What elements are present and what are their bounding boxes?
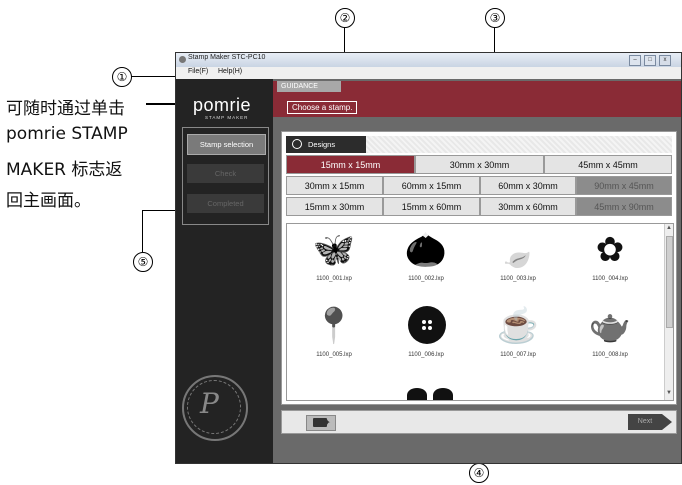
callout-1: ① (112, 67, 132, 87)
size-60x30[interactable]: 60mm x 30mm (480, 176, 576, 195)
pomrie-logo-subtitle: STAMP MAKER (205, 115, 249, 120)
menu-help[interactable]: Help(H) (218, 68, 242, 75)
teapot-icon: 🫖 (588, 307, 632, 345)
design-item[interactable]: 🫖 1100_008.lxp (565, 304, 655, 364)
design-item[interactable]: 🍃 1100_003.lxp (473, 228, 563, 288)
callout-2: ② (335, 8, 355, 28)
next-arrow-icon (662, 414, 672, 430)
acorn-icon: 🌰 (404, 231, 448, 269)
scroll-thumb[interactable] (666, 236, 673, 328)
size-15x15[interactable]: 15mm x 15mm (286, 155, 415, 174)
note-line-2: pomrie STAMP (6, 124, 128, 144)
main-area: GUIDANCE Choose a stamp. Designs 15mm x … (273, 79, 681, 463)
design-item[interactable]: 1100_006.lxp (381, 304, 471, 364)
design-label: 1100_001.lxp (316, 276, 352, 282)
menu-file[interactable]: File(F) (188, 68, 208, 75)
note-line-1: 可随时通过单击 (6, 99, 125, 119)
callout-5-line (142, 210, 143, 252)
tab-strip-fill (366, 136, 672, 153)
maximize-button[interactable]: □ (644, 55, 656, 66)
coffee-cup-icon: ☕ (496, 307, 540, 345)
size-30x15[interactable]: 30mm x 15mm (286, 176, 383, 195)
app-icon (179, 56, 186, 63)
note-line-4: 回主画面。 (6, 191, 91, 211)
size-30x60[interactable]: 30mm x 60mm (480, 197, 576, 216)
designs-icon (292, 139, 302, 149)
design-label: 1100_008.lxp (592, 352, 628, 358)
design-label: 1100_002.lxp (408, 276, 444, 282)
butterfly-icon: 🦋 (312, 231, 356, 269)
note-line-3: MAKER 标志返 (6, 160, 123, 180)
design-item[interactable]: ✿ 1100_004.lxp (565, 228, 655, 288)
design-label: 1100_006.lxp (408, 352, 444, 358)
seal-letter: P (200, 387, 219, 420)
design-label: 1100_004.lxp (592, 276, 628, 282)
callout-5: ⑤ (133, 252, 153, 272)
scroll-down-icon[interactable]: ▼ (666, 390, 672, 396)
guidance-label: GUIDANCE (277, 81, 341, 92)
callout-5-line-h (142, 210, 178, 211)
size-15x60[interactable]: 15mm x 60mm (383, 197, 480, 216)
bottom-action-bar: ✦ Next (281, 410, 677, 434)
step-completed: Completed (187, 194, 264, 213)
tab-designs[interactable]: Designs (286, 136, 366, 153)
pomrie-logo[interactable]: pomrie (193, 95, 251, 116)
scroll-up-icon[interactable]: ▲ (666, 225, 672, 231)
step-stamp-selection: Stamp selection (187, 134, 266, 155)
design-item[interactable]: 🌰 1100_002.lxp (381, 228, 471, 288)
sidebar: pomrie STAMP MAKER Stamp selection Check… (176, 79, 273, 463)
size-15x30[interactable]: 15mm x 30mm (286, 197, 383, 216)
size-45x90: 45mm x 90mm (576, 197, 672, 216)
app-window: Stamp Maker STC-PC10 – □ x File(F) Help(… (175, 52, 682, 464)
close-button[interactable]: x (659, 55, 671, 66)
button-icon (408, 306, 446, 344)
size-90x45: 90mm x 45mm (576, 176, 672, 195)
flower-icon: ✿ (595, 231, 625, 269)
design-gallery: 🦋 1100_001.lxp 🌰 1100_002.lxp 🍃 1100_003… (286, 223, 674, 401)
design-label: 1100_003.lxp (500, 276, 536, 282)
design-item[interactable]: ☕ 1100_007.lxp (473, 304, 563, 364)
size-60x15[interactable]: 60mm x 15mm (383, 176, 480, 195)
pushpin-icon: 📍 (312, 307, 356, 345)
minimize-button[interactable]: – (629, 55, 641, 66)
step-indicator: Stamp selection Check Completed (182, 127, 269, 225)
folder-import-icon[interactable]: ✦ (306, 415, 336, 431)
design-label: 1100_007.lxp (500, 352, 536, 358)
leaf-icon: 🍃 (496, 231, 540, 269)
guidance-bar: GUIDANCE Choose a stamp. (273, 81, 681, 117)
size-45x45[interactable]: 45mm x 45mm (544, 155, 672, 174)
menu-bar: File(F) Help(H) (176, 67, 681, 79)
gallery-scrollbar[interactable]: ▲ ▼ (664, 224, 673, 400)
next-button[interactable]: Next (628, 414, 662, 430)
design-item[interactable]: 🦋 1100_001.lxp (289, 228, 379, 288)
step-check: Check (187, 164, 264, 183)
design-label: 1100_005.lxp (316, 352, 352, 358)
title-bar: Stamp Maker STC-PC10 – □ x (176, 53, 681, 67)
stamp-panel: Designs 15mm x 15mm 30mm x 30mm 45mm x 4… (281, 131, 677, 405)
size-30x30[interactable]: 30mm x 30mm (415, 155, 544, 174)
design-item[interactable]: 📍 1100_005.lxp (289, 304, 379, 364)
partial-next-row (407, 384, 547, 400)
window-title: Stamp Maker STC-PC10 (188, 54, 266, 61)
callout-4: ④ (469, 463, 489, 483)
guidance-text: Choose a stamp. (287, 101, 358, 114)
callout-3: ③ (485, 8, 505, 28)
